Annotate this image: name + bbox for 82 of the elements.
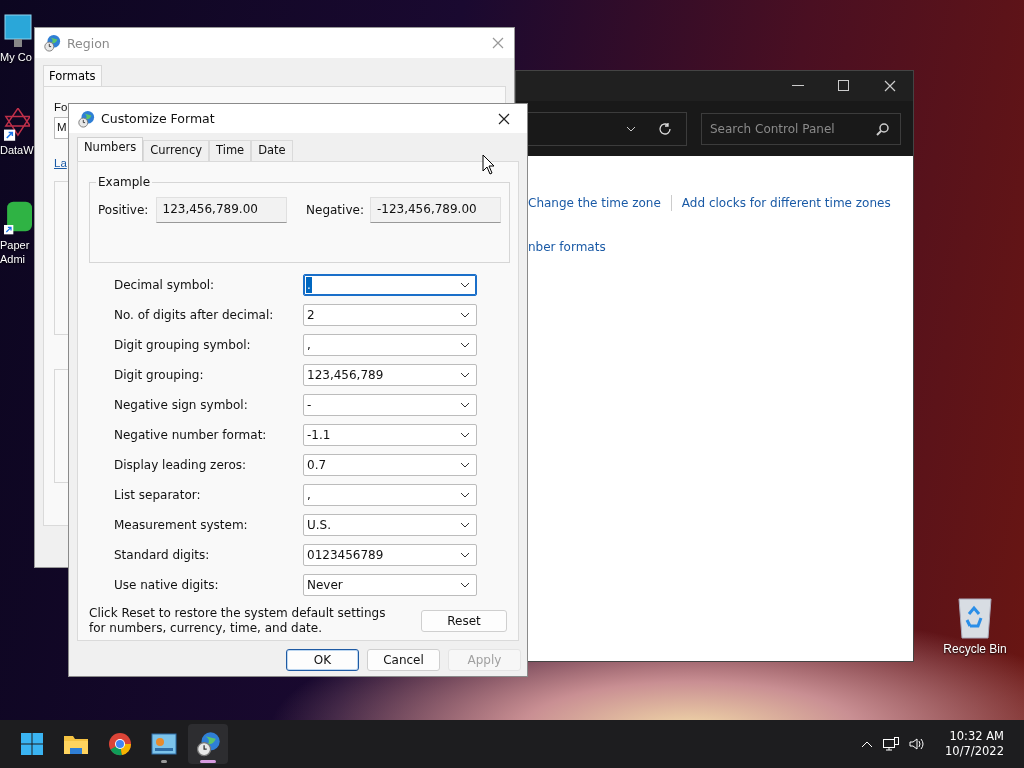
desktop-icon-label[interactable]: Recycle Bin [943,642,1007,656]
setting-label: Digit grouping: [114,368,205,382]
network-icon[interactable] [883,737,900,751]
monitor-icon [4,14,32,48]
desktop-icon-label[interactable]: DataW [0,143,34,157]
dialog-button[interactable]: Cancel [367,649,440,671]
globe-clock-icon[interactable] [195,731,221,757]
taskbar-item[interactable] [188,724,228,764]
dropdown[interactable]: , [303,484,477,506]
window-title: Region [67,35,111,51]
time-text: 10:32 AM [949,729,1004,744]
field-label: Positive: [98,203,150,217]
reset-button[interactable]: Reset [421,610,507,632]
readonly-field: -123,456,789.00 [369,197,501,223]
reset-note: Click Reset to restore the system default settings for numbers, currency, time, and date. [89,606,387,636]
group-title: Example [96,175,153,189]
dropdown[interactable]: -1.1 [303,424,477,446]
dialog-button[interactable]: OK [286,649,359,671]
link[interactable]: La [54,157,67,169]
tab[interactable]: Formats [43,65,102,86]
tab[interactable]: Time [209,140,252,161]
caret-icon [460,372,470,378]
caret-icon [460,522,470,528]
tab[interactable]: Currency [143,140,209,161]
network-graph-icon [4,108,30,141]
caret-icon [460,552,470,558]
dropdown[interactable]: 123,456,789 [303,364,477,386]
setting-label: Measurement system: [114,518,249,532]
link[interactable]: Add clocks for different time zones [681,196,891,210]
speaker-icon[interactable] [909,737,926,751]
caret-icon [460,282,470,288]
link[interactable]: Change the time zone [528,196,661,210]
browser-icon[interactable] [108,732,132,756]
setting-label: Display leading zeros: [114,458,248,472]
caret-icon [460,432,470,438]
dropdown[interactable]: Never [303,574,477,596]
clock[interactable]: 10:32 AM 10/7/2022 [945,729,1004,759]
refresh-icon[interactable] [658,121,672,136]
caret-icon [460,492,470,498]
tab[interactable]: Date [251,140,293,161]
caret-icon [460,402,470,408]
caret-icon [460,582,470,588]
dropdown[interactable]: , [303,334,477,356]
chevron-down-icon[interactable] [626,125,636,132]
windows-start-icon[interactable] [20,732,44,756]
field-label: Negative: [306,203,364,217]
chevron-up-icon[interactable] [861,740,874,748]
dropdown[interactable]: . [303,274,477,296]
setting-label: No. of digits after decimal: [114,308,275,322]
desktop-icon-label[interactable]: Paper Admi [0,238,32,266]
running-indicator [161,760,167,763]
setting-label: Decimal symbol: [114,278,216,292]
setting-label: Digit grouping symbol: [114,338,252,352]
link[interactable]: nber formats [528,240,606,254]
caret-icon [460,462,470,468]
recycle-bin-icon [955,596,995,640]
caret-icon [460,342,470,348]
dropdown[interactable]: U.S. [303,514,477,536]
running-indicator [200,760,216,763]
window-title: Customize Format [101,111,216,126]
setting-label: Negative sign symbol: [114,398,249,412]
tab[interactable]: Numbers [77,137,144,161]
date-text: 10/7/2022 [945,744,1004,759]
dropdown[interactable]: 2 [303,304,477,326]
setting-label: Standard digits: [114,548,211,562]
globe-clock-icon [43,34,61,52]
setting-label: Use native digits: [114,578,220,592]
folder-icon[interactable] [63,733,89,755]
globe-clock-icon [77,109,95,128]
desktop-icon-label[interactable]: My Co [0,50,32,64]
setting-label: List separator: [114,488,202,502]
search-field[interactable]: Search Control Panel [701,112,901,145]
search-icon [876,121,890,136]
dropdown[interactable]: - [303,394,477,416]
control-panel-icon[interactable] [151,733,177,755]
caret-icon [460,312,470,318]
dropdown[interactable]: 0.7 [303,454,477,476]
setting-label: Negative number format: [114,428,268,442]
dropdown[interactable]: 0123456789 [303,544,477,566]
readonly-field: 123,456,789.00 [155,197,287,223]
field-label: Fo [54,101,68,113]
app-shortcut-icon [4,200,32,236]
